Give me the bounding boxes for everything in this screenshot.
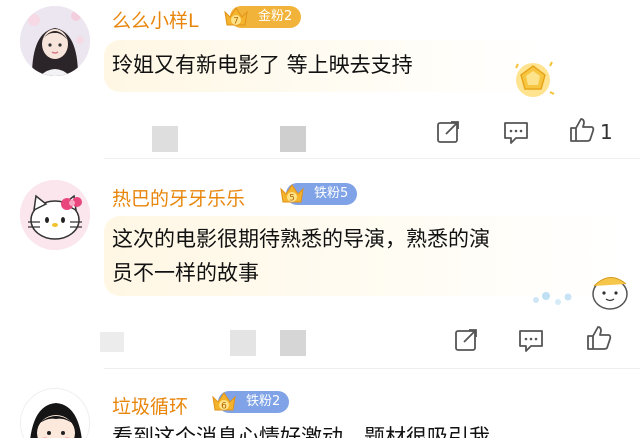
- cartoon-girl-avatar-icon[interactable]: [20, 388, 90, 438]
- like-count: 1: [600, 120, 613, 144]
- crown-icon: 5: [280, 184, 304, 204]
- blurred-image: [230, 330, 256, 356]
- thumbs-up-icon[interactable]: [568, 116, 596, 144]
- girl-avatar-icon[interactable]: [20, 6, 90, 76]
- divider: [104, 158, 640, 159]
- comment-text-line-1: 这次的电影很期待熟悉的导演，熟悉的演: [112, 227, 490, 251]
- blurred-image: [280, 126, 306, 152]
- comment-text-line-2: 员不一样的故事: [112, 261, 259, 285]
- blurred-image: [100, 332, 124, 352]
- svg-text:7: 7: [233, 17, 239, 27]
- comment-item: 热巴的牙牙乐乐 5 铁粉5 这次的电影很期待熟悉的导演，熟悉的演 员不一样的故事: [0, 160, 640, 370]
- comment-item: 垃圾循环 6 铁粉2 看到这个消息心情好激动，题材很吸引我: [0, 370, 640, 438]
- svg-text:6: 6: [221, 402, 227, 412]
- cartoon-ghost-sticker-icon: [533, 277, 628, 310]
- comment-text: 玲姐又有新电影了 等上映去支持: [112, 53, 413, 77]
- fan-badge[interactable]: 6 铁粉2: [210, 390, 290, 414]
- comment-text: 看到这个消息心情好激动，题材很吸引我: [112, 425, 490, 438]
- hello-kitty-avatar-icon[interactable]: [20, 180, 90, 250]
- svg-text:5: 5: [289, 194, 295, 204]
- username[interactable]: 垃圾循环: [112, 392, 188, 419]
- divider: [104, 368, 640, 369]
- thumbs-up-icon[interactable]: [585, 324, 613, 352]
- share-icon[interactable]: [452, 326, 480, 354]
- comment-icon[interactable]: [517, 326, 545, 354]
- gold-medal-sticker-icon: [515, 61, 555, 97]
- share-icon[interactable]: [434, 118, 462, 146]
- fan-badge[interactable]: 5 铁粉5: [278, 182, 358, 206]
- comment-icon[interactable]: [502, 118, 530, 146]
- comment-item: 么么小样L 7 金粉2 玲姐又有新电影了 等上映去支持 1: [0, 0, 640, 160]
- fan-badge[interactable]: 7 金粉2: [222, 5, 302, 29]
- blurred-image: [280, 330, 306, 356]
- username[interactable]: 热巴的牙牙乐乐: [112, 184, 245, 211]
- crown-icon: 6: [212, 392, 236, 412]
- username[interactable]: 么么小样L: [112, 6, 199, 33]
- blurred-image: [152, 126, 178, 152]
- crown-icon: 7: [224, 7, 248, 27]
